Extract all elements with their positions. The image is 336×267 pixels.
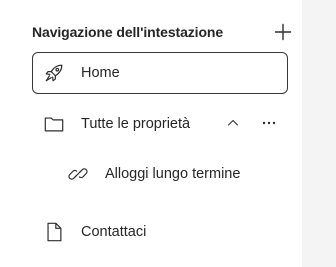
- nav-item-label: Contattaci: [81, 224, 147, 240]
- more-horizontal-icon: [262, 121, 276, 125]
- panel-title: Navigazione dell'intestazione: [32, 24, 224, 40]
- plus-icon: [274, 23, 292, 41]
- nav-item-contattaci[interactable]: Contattaci: [32, 212, 288, 252]
- page-icon: [42, 220, 66, 244]
- add-nav-item-button[interactable]: [271, 20, 295, 44]
- rocket-icon: [42, 61, 66, 85]
- nav-item-label: Home: [81, 65, 120, 81]
- nav-item-label: Alloggi lungo termine: [105, 166, 241, 182]
- item-actions: [222, 112, 280, 134]
- nav-item-label: Tutte le proprietà: [81, 116, 191, 132]
- more-options-button[interactable]: [258, 112, 280, 134]
- folder-icon: [42, 112, 66, 136]
- scroll-gutter: [302, 0, 336, 267]
- nav-item-home[interactable]: Home: [32, 52, 288, 94]
- nav-item-tutte-le-proprieta[interactable]: Tutte le proprietà: [32, 104, 288, 144]
- navigation-panel: Navigazione dell'intestazione Home Tutte…: [0, 0, 302, 267]
- chevron-up-icon: [227, 119, 239, 126]
- nav-item-alloggi-lungo-termine[interactable]: Alloggi lungo termine: [32, 154, 288, 194]
- link-icon: [66, 162, 90, 186]
- collapse-button[interactable]: [222, 112, 244, 134]
- panel-header: Navigazione dell'intestazione: [32, 20, 292, 44]
